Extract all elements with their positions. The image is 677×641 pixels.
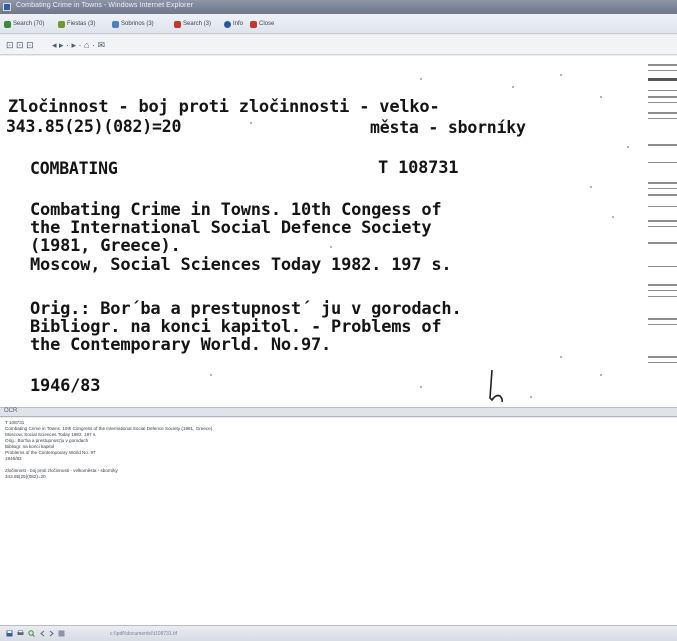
favorite-label: Fiestas (3) bbox=[67, 21, 96, 27]
settings-icon[interactable] bbox=[58, 630, 65, 637]
print-icon[interactable] bbox=[17, 630, 24, 637]
card-body-line-2: the International Social Defence Society bbox=[30, 218, 432, 238]
card-classification: 343.85(25)(082)=20 bbox=[6, 117, 182, 136]
search-icon bbox=[4, 20, 11, 28]
save-icon[interactable] bbox=[6, 630, 13, 637]
favorite-link-info[interactable]: Info bbox=[224, 19, 243, 29]
card-heading-line-2: města - sborníky bbox=[370, 118, 526, 137]
ocr-line: 1946/83 bbox=[5, 456, 22, 461]
card-code-right: T 108731 bbox=[378, 158, 459, 178]
card-note-line-2: Bibliogr. na konci kapitol. - Problems o… bbox=[30, 317, 442, 337]
close-icon bbox=[250, 20, 257, 28]
prev-icon[interactable] bbox=[39, 630, 46, 637]
pane-splitter[interactable]: OCR bbox=[0, 408, 677, 417]
favorite-label: Info bbox=[233, 21, 244, 27]
app-icon bbox=[3, 3, 11, 11]
splitter-label: OCR bbox=[4, 408, 18, 414]
card-code-left: COMBATING bbox=[30, 159, 118, 178]
folder-icon bbox=[112, 20, 119, 28]
favorite-label: Search (3) bbox=[183, 21, 212, 27]
window-title: Combating Crime in Towns - Windows Inter… bbox=[16, 2, 194, 9]
card-body-line-3: (1981, Greece). bbox=[30, 236, 181, 256]
favorites-bar: Search (70) Fiestas (3) Sobrinos (3) Sea… bbox=[0, 14, 677, 34]
next-icon[interactable] bbox=[48, 630, 55, 637]
ocr-text-pane[interactable]: T 108731 Combating Crime in Towns. 10th … bbox=[0, 418, 677, 625]
navigation-buttons[interactable]: ◂ ▸ · ▸ · ⌂ · ✉ bbox=[52, 40, 105, 50]
card-note-line-3: the Contemporary World. No.97. bbox=[30, 335, 332, 355]
document-viewer[interactable]: Zločinnost - boj proti zločinnosti - vel… bbox=[0, 56, 677, 408]
info-icon bbox=[224, 20, 231, 28]
title-bar: Combating Crime in Towns - Windows Inter… bbox=[0, 0, 677, 14]
status-bar: c:\\pdf\\documents\\t108731.tif bbox=[0, 625, 677, 641]
favorite-link-search-2[interactable]: Search (3) bbox=[174, 19, 211, 29]
favorite-link-close[interactable]: Close bbox=[250, 19, 274, 29]
favorite-label: Close bbox=[259, 21, 275, 27]
card-body-line-4: Moscow, Social Sciences Today 1982. 197 … bbox=[30, 255, 452, 275]
search-icon bbox=[174, 20, 181, 28]
catalog-card-scan: Zločinnost - boj proti zločinnosti - vel… bbox=[0, 56, 640, 407]
ocr-line: 343.85(25)(082)=20 bbox=[5, 474, 46, 479]
card-number: 1946/83 bbox=[30, 376, 101, 396]
card-note-line-1: Orig.: Bor´ba a prestupnost´ ju v goroda… bbox=[30, 299, 462, 319]
handwritten-mark bbox=[489, 369, 504, 403]
viewer-toolbar: ⊡ ⊡ ⊡ ◂ ▸ · ▸ · ⌂ · ✉ bbox=[0, 35, 677, 55]
favorite-label: Sobrinos (3) bbox=[121, 21, 154, 27]
view-mode-buttons[interactable]: ⊡ ⊡ ⊡ bbox=[6, 40, 34, 50]
zoom-icon[interactable] bbox=[28, 630, 35, 637]
status-text: c:\\pdf\\documents\\t108731.tif bbox=[110, 631, 177, 637]
page-thumbnail-strip[interactable] bbox=[644, 56, 677, 407]
favorite-link-fiestas[interactable]: Fiestas (3) bbox=[58, 19, 95, 29]
folder-icon bbox=[58, 20, 65, 28]
favorite-label: Search (70) bbox=[13, 21, 45, 27]
card-body-line-1: Combating Crime in Towns. 10th Congess o… bbox=[30, 200, 442, 220]
favorite-link-sobrinos[interactable]: Sobrinos (3) bbox=[112, 19, 154, 29]
favorite-link-search[interactable]: Search (70) bbox=[4, 19, 44, 29]
card-heading-line-1: Zločinnost - boj proti zločinnosti - vel… bbox=[8, 97, 440, 117]
